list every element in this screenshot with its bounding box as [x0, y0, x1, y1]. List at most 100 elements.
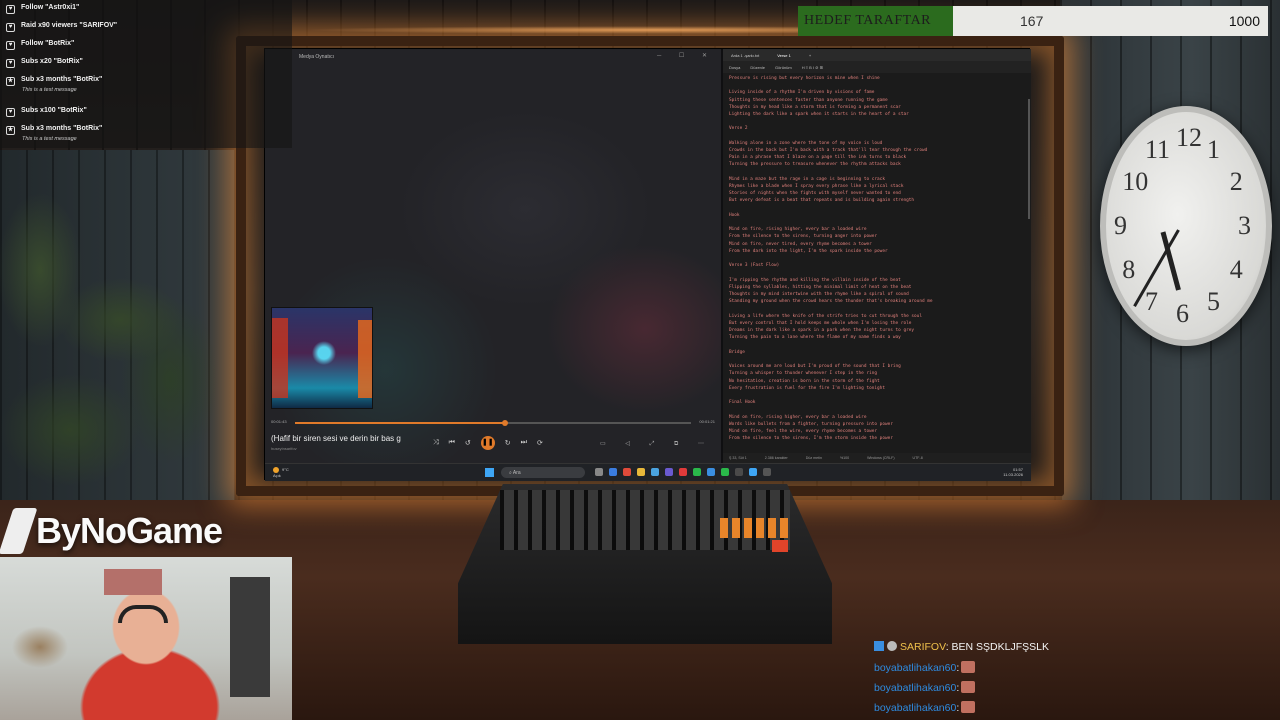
- editor-line: Final Hook: [729, 400, 756, 406]
- editor-line: Lighting the dark like a spark when it s…: [729, 112, 909, 118]
- editor-line: No hesitation, creation is born in the s…: [729, 378, 880, 384]
- telegram-icon[interactable]: [651, 468, 659, 476]
- emote-icon: [961, 681, 976, 693]
- rewind-icon[interactable]: ↺: [465, 439, 471, 447]
- status-mode: Düz metin: [805, 456, 822, 460]
- chat-username[interactable]: SARIFOV: [900, 641, 946, 653]
- webcam-poster: [104, 569, 162, 595]
- editor-line: Words like bullets from a fighter, turni…: [729, 421, 893, 427]
- seek-knob[interactable]: [501, 420, 508, 426]
- logo-slash-icon: [0, 508, 38, 554]
- chat-message: boyabatlihakan60:: [874, 701, 976, 714]
- previous-icon[interactable]: ⏮: [449, 439, 455, 447]
- taskbar-search[interactable]: ⌕ Ara: [501, 467, 585, 478]
- chat-text: :: [956, 662, 960, 674]
- editor-line: Living a life where the knife of the str…: [729, 313, 922, 319]
- app-icon[interactable]: [707, 468, 715, 476]
- album-art: [271, 307, 373, 409]
- star-icon: ★: [6, 126, 15, 135]
- alert-item: ★ Sub x3 months "BotRix": [6, 125, 102, 135]
- clock-numeral: 4: [1229, 255, 1243, 284]
- chat-username[interactable]: boyabatlihakan60: [874, 682, 956, 694]
- alert-feed: ♥ Follow "Astr0xi1" ♥ Raid x90 viewers "SAR…: [0, 0, 292, 148]
- chat-text: :: [956, 702, 960, 714]
- seek-row: 00:01:43 00:01:21: [271, 419, 715, 429]
- editor-tabs: Arda 1 -şarkı.txt Verse 1 +: [723, 49, 1031, 61]
- editor-line: Every frustration is fuel for the fire I…: [729, 385, 885, 391]
- notepad-icon[interactable]: [749, 468, 757, 476]
- chat-message: boyabatlihakan60:: [874, 681, 976, 694]
- alert-item: ♥ Follow "Astr0xi1": [6, 4, 79, 14]
- chat-text: :: [956, 682, 960, 694]
- song-title: (Hafif bir siren sesi ve derin bir bas g: [271, 434, 401, 443]
- play-icon[interactable]: [721, 468, 729, 476]
- editor-status-bar: Ş 33, Süt 1 2.386 karakter Düz metin %10…: [723, 453, 1031, 463]
- discord-icon[interactable]: [665, 468, 673, 476]
- weather-widget[interactable]: 9°C Açık: [273, 467, 289, 478]
- editor-line: Pressure is rising but every horizon is …: [729, 76, 880, 81]
- clock-numeral: 1: [1207, 134, 1220, 164]
- format-toolbar[interactable]: H ≡ B I ⊘ ⊞: [802, 65, 823, 73]
- obs-icon[interactable]: [679, 468, 687, 476]
- alert-item: ♥ Raid x90 viewers "SARIFOV": [6, 22, 117, 32]
- editor-line: Mind on fire, rising higher, every bar a…: [729, 227, 867, 233]
- new-tab-icon[interactable]: +: [809, 53, 811, 61]
- media-icon[interactable]: [763, 468, 771, 476]
- extra-controls[interactable]: ▭ ◁ ⤢ ⧉ ⋯: [600, 440, 713, 448]
- clock-numeral: 11: [1145, 134, 1171, 164]
- status-encoding: UTF-8: [912, 456, 923, 460]
- clock-numeral: 7: [1145, 287, 1158, 317]
- editor-line: Thoughts in my head like a storm that is…: [729, 104, 901, 110]
- editor-line: But every defeat is a beat that repeats …: [729, 198, 915, 204]
- next-icon[interactable]: ⏭: [521, 439, 527, 447]
- menu-view[interactable]: Görünüm: [775, 65, 792, 73]
- chat-message: boyabatlihakan60:: [874, 661, 976, 674]
- editor-scrollbar[interactable]: [1028, 99, 1030, 219]
- window-controls[interactable]: ─ ☐ ✕: [657, 52, 715, 59]
- heart-icon: ♥: [6, 108, 15, 117]
- editor-line: From the dark into the light, I'm the sp…: [729, 248, 888, 254]
- chat-text: : BEN SŞDKLJFŞSLK: [945, 641, 1049, 653]
- tab-file[interactable]: Arda 1 -şarkı.txt: [731, 53, 759, 61]
- task-view-icon[interactable]: [595, 468, 603, 476]
- chat-username[interactable]: boyabatlihakan60: [874, 662, 956, 674]
- chat-username[interactable]: boyabatlihakan60: [874, 702, 956, 714]
- editor-line: Thoughts in my mind intertwine with the …: [729, 292, 909, 298]
- shuffle-icon[interactable]: ⤨: [433, 439, 439, 447]
- brand-logo: ByNoGame: [0, 508, 223, 554]
- time-total: 00:01:21: [699, 419, 715, 424]
- spotify-icon[interactable]: [693, 468, 701, 476]
- folder-icon[interactable]: [637, 468, 645, 476]
- system-tray[interactable]: 01:57 11.03.2026: [1003, 467, 1023, 477]
- editor-line: Mind on fire, never tired, every rhyme b…: [729, 241, 872, 247]
- editor-line: From the silence to the sirens, I'm the …: [729, 436, 893, 442]
- plant: [0, 180, 230, 520]
- monitor-screen: Medya Oynatıcı ─ ☐ ✕ 00:01:43 00:01:21 (…: [264, 48, 1031, 481]
- pause-button[interactable]: ❚❚: [480, 436, 495, 450]
- taskbar-apps: [595, 468, 771, 476]
- editor-text-area[interactable]: Pressure is rising but every horizon is …: [723, 73, 1031, 445]
- editor-line: Mind on fire, rising higher, every bar a…: [729, 414, 867, 420]
- menu-edit[interactable]: Düzenle: [750, 65, 765, 73]
- edge-icon[interactable]: [609, 468, 617, 476]
- menu-file[interactable]: Dosya: [729, 65, 740, 73]
- repeat-icon[interactable]: ⟳: [537, 439, 543, 447]
- editor-line: Pain in a phrase that I blaze on a page …: [729, 155, 907, 161]
- song-artist: huseyinsarifov: [271, 446, 297, 451]
- editor-line: Turning a whisper to thunder whenever I …: [729, 371, 878, 377]
- status-position: Ş 33, Süt 1: [729, 456, 747, 460]
- chrome-icon[interactable]: [623, 468, 631, 476]
- app-icon-2[interactable]: [735, 468, 743, 476]
- start-icon[interactable]: [485, 468, 494, 477]
- notepad-window: Arda 1 -şarkı.txt Verse 1 + Dosya Düzenl…: [723, 49, 1031, 463]
- chat-message: SARIFOV: BEN SŞDKLJFŞSLK: [874, 641, 1049, 653]
- forward-icon[interactable]: ↻: [505, 439, 511, 447]
- tab-verse[interactable]: Verse 1: [777, 53, 791, 61]
- clock-numeral: 5: [1207, 287, 1220, 317]
- seek-bar[interactable]: [295, 420, 691, 426]
- editor-line: Stories of nights when the fights with m…: [729, 191, 901, 197]
